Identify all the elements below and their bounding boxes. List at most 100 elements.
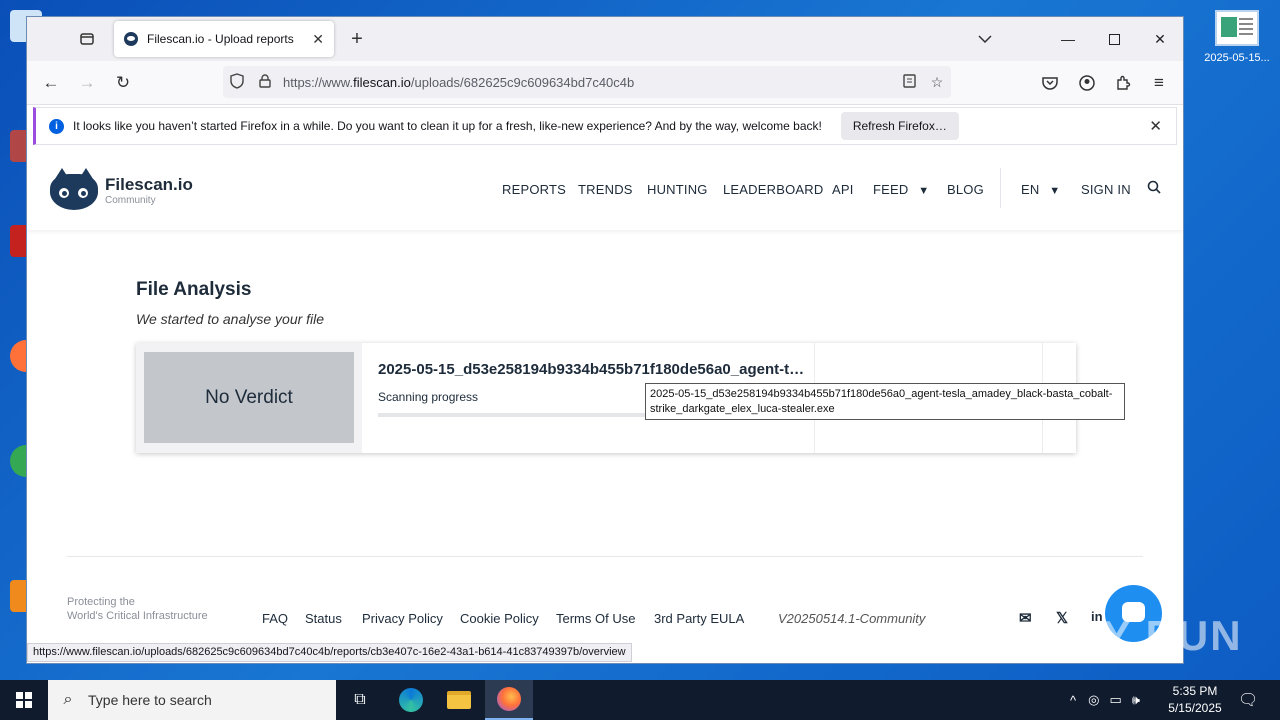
language-selector[interactable]: EN ▼ bbox=[1021, 182, 1060, 197]
url-host: filescan.io bbox=[353, 74, 411, 90]
new-tab-icon[interactable]: + bbox=[342, 24, 372, 54]
edge-icon bbox=[399, 688, 423, 712]
verdict-panel: No Verdict bbox=[136, 343, 362, 453]
footer-link-eula[interactable]: 3rd Party EULA bbox=[654, 611, 744, 626]
minimize-button[interactable]: — bbox=[1045, 17, 1091, 61]
search-icon[interactable] bbox=[1147, 180, 1161, 197]
status-bar-url: https://www.filescan.io/uploads/682625c9… bbox=[27, 643, 632, 662]
logo-name: Filescan.io bbox=[105, 174, 193, 194]
taskbar-edge[interactable] bbox=[387, 680, 435, 720]
url-path: /uploads/682625c9c609634bd7c40c4b bbox=[410, 74, 635, 90]
lock-icon[interactable] bbox=[251, 73, 279, 91]
taskbar-search[interactable]: ⌕ Type here to search bbox=[48, 680, 336, 720]
taskbar-firefox[interactable] bbox=[485, 680, 533, 720]
notification-text: It looks like you haven’t started Firefo… bbox=[73, 119, 822, 133]
tracking-shield-icon[interactable] bbox=[223, 72, 251, 92]
nav-leaderboard[interactable]: LEADERBOARD bbox=[723, 182, 823, 197]
search-icon: ⌕ bbox=[63, 691, 73, 708]
system-tray: ^ ◎ ▭ 🕪 bbox=[1070, 680, 1140, 720]
firefox-window: Filescan.io - Upload reports ✕ + — ✕ ← →… bbox=[27, 17, 1183, 663]
desktop-file-icon[interactable]: 2025-05-15... bbox=[1200, 10, 1274, 64]
volume-icon[interactable]: 🕪 bbox=[1132, 692, 1140, 708]
tab-title: Filescan.io - Upload reports bbox=[147, 32, 294, 46]
page-subtitle: We started to analyse your file bbox=[136, 311, 325, 327]
taskbar-file-explorer[interactable] bbox=[435, 680, 483, 720]
clock-time: 5:35 PM bbox=[1172, 684, 1218, 698]
firefox-view-icon[interactable] bbox=[72, 24, 102, 54]
menu-hamburger-icon[interactable]: ≡ bbox=[1144, 68, 1174, 98]
owl-logo-icon bbox=[47, 168, 101, 212]
taskbar-clock[interactable]: 5:35 PM 5/15/2025 bbox=[1160, 683, 1230, 717]
pocket-icon[interactable] bbox=[1035, 68, 1065, 98]
filescan-logo[interactable]: Filescan.io Community bbox=[47, 168, 193, 212]
network-icon[interactable]: ▭ bbox=[1109, 692, 1121, 708]
close-window-button[interactable]: ✕ bbox=[1137, 17, 1183, 61]
nav-api[interactable]: API bbox=[832, 182, 854, 197]
bookmark-star-icon[interactable]: ☆ bbox=[923, 74, 951, 91]
refresh-firefox-button[interactable]: Refresh Firefox… bbox=[840, 112, 959, 140]
document-thumbnail-icon bbox=[1215, 10, 1259, 46]
forward-arrow-icon[interactable]: → bbox=[72, 68, 102, 98]
taskbar: ⌕ Type here to search ⧉ ^ ◎ ▭ 🕪 5:35 PM … bbox=[0, 680, 1280, 720]
tab-filescan[interactable]: Filescan.io - Upload reports ✕ bbox=[114, 21, 334, 57]
footer-tagline-line: Protecting the bbox=[67, 596, 135, 608]
maximize-button[interactable] bbox=[1091, 17, 1137, 61]
account-icon[interactable] bbox=[1072, 68, 1102, 98]
close-notification-icon[interactable]: ✕ bbox=[1149, 117, 1162, 135]
url-bar[interactable]: https://www.filescan.io/uploads/682625c9… bbox=[223, 66, 951, 98]
start-button[interactable] bbox=[0, 680, 48, 720]
nav-feed[interactable]: FEED ▼ bbox=[873, 182, 929, 197]
logo-subtitle: Community bbox=[105, 194, 156, 206]
footer-link-faq[interactable]: FAQ bbox=[262, 611, 288, 626]
email-icon[interactable]: ✉ bbox=[1019, 609, 1032, 627]
anyrun-watermark: ANY RUN bbox=[1038, 612, 1243, 659]
footer-link-cookie[interactable]: Cookie Policy bbox=[460, 611, 539, 626]
search-placeholder: Type here to search bbox=[88, 692, 212, 708]
desktop-file-label: 2025-05-15... bbox=[1204, 52, 1270, 64]
list-tabs-chevron-icon[interactable] bbox=[970, 24, 1000, 54]
navigation-toolbar: ← → ↻ https://www.filescan.io/uploads/68… bbox=[27, 61, 1183, 105]
footer-link-privacy[interactable]: Privacy Policy bbox=[362, 611, 443, 626]
defender-icon[interactable]: ◎ bbox=[1088, 692, 1099, 708]
nav-divider bbox=[1000, 168, 1001, 208]
url-prefix: https://www. bbox=[283, 74, 354, 90]
tab-bar: Filescan.io - Upload reports ✕ + — ✕ bbox=[27, 17, 1183, 61]
nav-hunting[interactable]: HUNTING bbox=[647, 182, 708, 197]
footer-divider bbox=[67, 556, 1143, 557]
file-name[interactable]: 2025-05-15_d53e258194b9334b455b71f180de5… bbox=[378, 361, 808, 378]
firefox-icon bbox=[497, 687, 521, 711]
info-icon: i bbox=[49, 118, 64, 134]
footer-link-status[interactable]: Status bbox=[305, 611, 342, 626]
sign-in-link[interactable]: SIGN IN bbox=[1081, 182, 1131, 197]
page-title: File Analysis bbox=[136, 279, 252, 300]
nav-blog[interactable]: BLOG bbox=[947, 182, 984, 197]
windows-logo-icon bbox=[16, 692, 32, 708]
reader-view-icon[interactable] bbox=[895, 73, 923, 91]
nav-reports[interactable]: REPORTS bbox=[502, 182, 566, 197]
chevron-down-icon: ▼ bbox=[1049, 185, 1061, 197]
footer-tagline-line: World's Critical Infrastructure bbox=[67, 610, 208, 622]
folder-icon bbox=[447, 691, 471, 709]
notifications-icon[interactable]: 🗨 bbox=[1238, 680, 1258, 720]
language-label: EN bbox=[1021, 182, 1040, 197]
footer-link-terms[interactable]: Terms Of Use bbox=[556, 611, 635, 626]
nav-trends[interactable]: TRENDS bbox=[578, 182, 633, 197]
nav-feed-label: FEED bbox=[873, 182, 909, 197]
footer-tagline: Protecting the World's Critical Infrastr… bbox=[67, 595, 208, 623]
back-arrow-icon[interactable]: ← bbox=[36, 68, 66, 98]
filename-tooltip: 2025-05-15_d53e258194b9334b455b71f180de5… bbox=[645, 383, 1125, 420]
task-view-button[interactable]: ⧉ bbox=[336, 680, 384, 720]
filescan-favicon-icon bbox=[124, 32, 138, 46]
task-view-icon: ⧉ bbox=[354, 691, 366, 708]
firefox-refresh-notification: i It looks like you haven’t started Fire… bbox=[33, 107, 1177, 145]
site-header: Filescan.io Community REPORTS TRENDS HUN… bbox=[27, 150, 1183, 230]
close-tab-icon[interactable]: ✕ bbox=[312, 31, 324, 48]
clock-date: 5/15/2025 bbox=[1168, 701, 1222, 715]
chevron-down-icon: ▼ bbox=[918, 185, 930, 197]
reload-icon[interactable]: ↻ bbox=[108, 68, 138, 98]
progress-label: Scanning progress bbox=[378, 390, 479, 404]
chevron-up-icon[interactable]: ^ bbox=[1070, 693, 1076, 708]
extensions-icon[interactable] bbox=[1108, 68, 1138, 98]
verdict-badge: No Verdict bbox=[144, 352, 354, 443]
url-text[interactable]: https://www.filescan.io/uploads/682625c9… bbox=[279, 75, 895, 90]
